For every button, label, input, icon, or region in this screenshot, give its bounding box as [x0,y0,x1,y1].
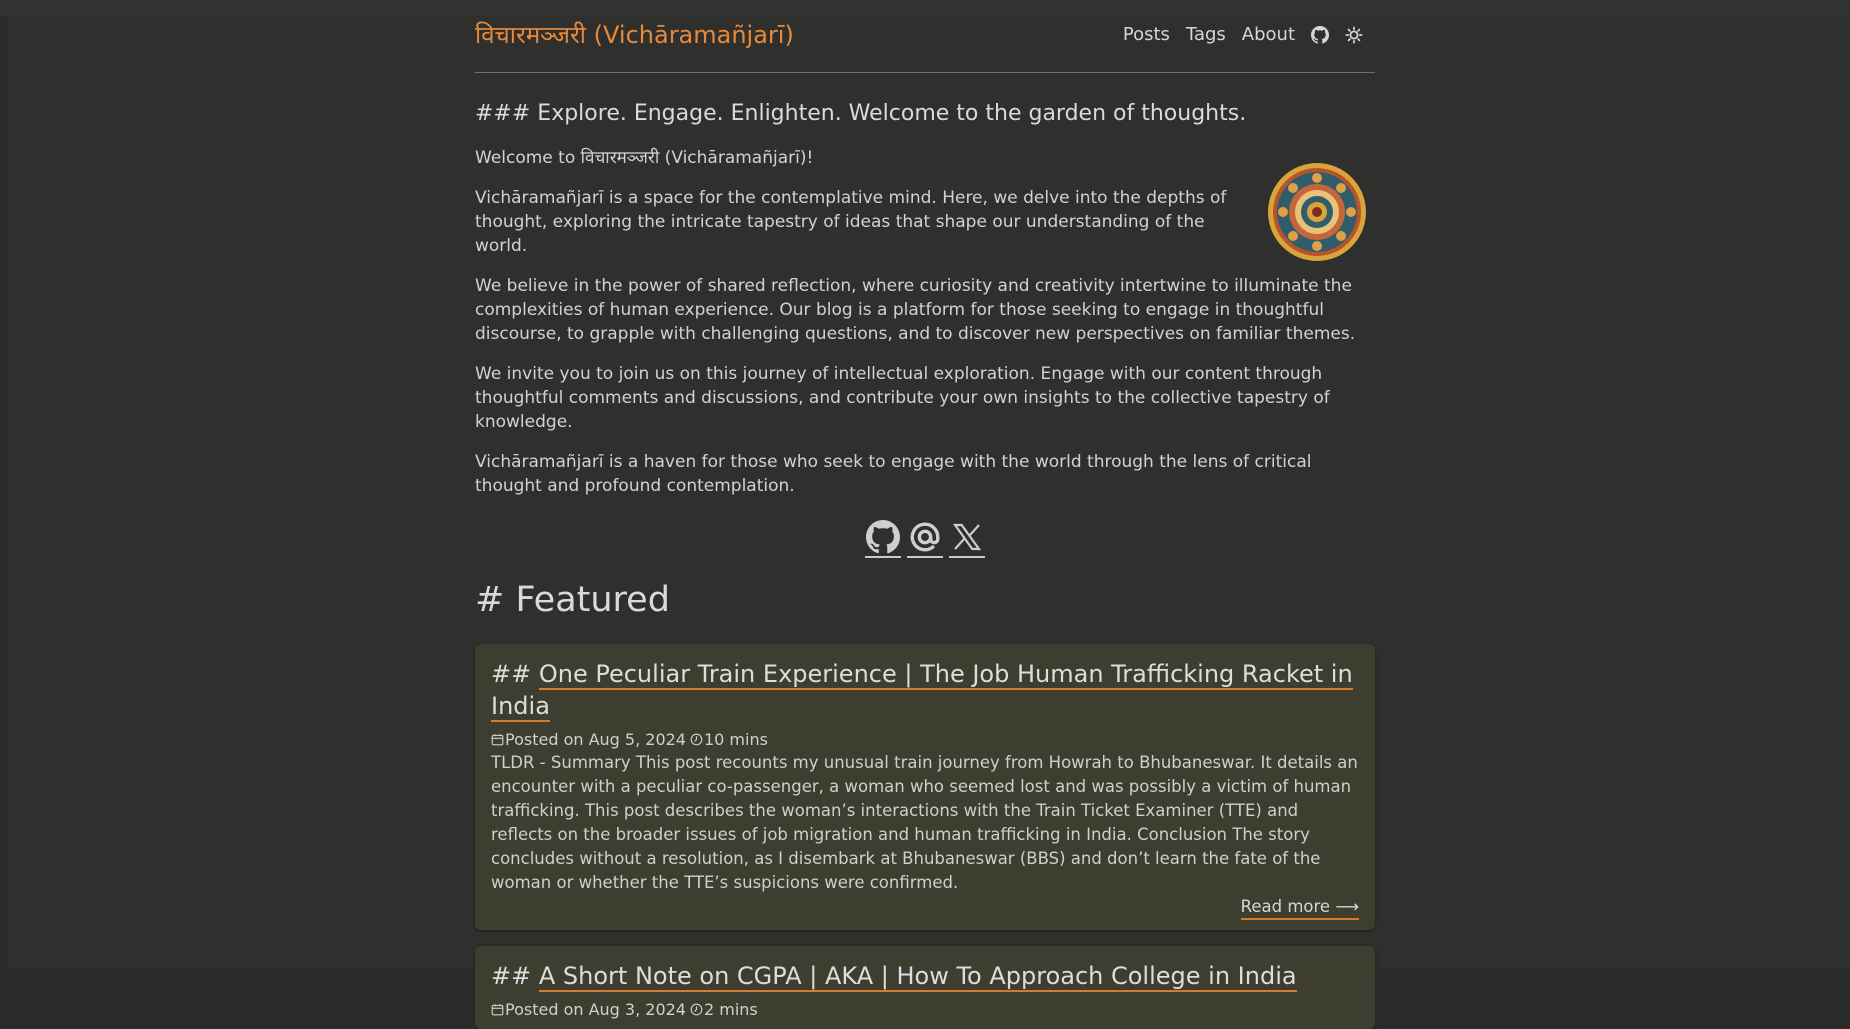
browser-top-strip [0,0,1850,16]
intro-paragraph: Vichāramañjarī is a space for the contem… [475,188,1227,256]
post-card: ## One Peculiar Train Experience | The J… [475,644,1375,930]
post-title-prefix: ## [491,660,539,688]
hero-tagline: ### Explore. Engage. Enlighten. Welcome … [475,101,1247,126]
social-github-link[interactable] [865,518,901,558]
mail-at-icon [910,522,940,552]
intro-paragraph: Welcome to विचारमञ्जरी (Vichāramañjarī)! [475,148,814,168]
social-x-link[interactable] [949,518,985,558]
post-date: Posted on Aug 5, 2024 [505,730,686,749]
nav-tags[interactable]: Tags [1186,24,1226,45]
mandala-logo-icon [1268,163,1366,261]
nav-about[interactable]: About [1242,24,1295,45]
main-nav: Posts Tags About [1123,24,1363,45]
read-more-row: Read more ⟶ [491,897,1359,920]
post-meta: Posted on Aug 5, 2024 10 mins [491,730,1359,749]
post-title-prefix: ## [491,962,539,990]
post-title-link[interactable]: A Short Note on CGPA | AKA | How To Appr… [538,962,1297,992]
read-more-link[interactable]: Read more ⟶ [1240,897,1359,920]
intro-paragraph: We believe in the power of shared reflec… [475,276,1356,344]
github-icon [866,520,900,554]
calendar-icon [491,1004,504,1016]
calendar-icon [491,734,504,746]
post-read-time: 10 mins [703,730,768,749]
page-container: विचारमञ्जरी (Vichāramañjarī) Posts Tags … [475,16,1375,1029]
intro-paragraph: We invite you to join us on this journey… [475,364,1330,432]
post-meta: Posted on Aug 3, 2024 2 mins [491,1000,1359,1019]
post-read-time: 2 mins [703,1000,758,1019]
theme-toggle-icon[interactable] [1345,25,1363,44]
post-date: Posted on Aug 3, 2024 [505,1000,686,1019]
clock-icon [690,1003,703,1016]
post-summary: TLDR - Summary This post recounts my unu… [491,753,1358,892]
site-header: विचारमञ्जरी (Vichāramañjarī) Posts Tags … [475,16,1375,73]
featured-heading: # Featured [475,580,670,620]
x-icon [952,523,982,551]
intro-paragraph: Vichāramañjarī is a haven for those who … [475,452,1312,496]
intro-section: Welcome to विचारमञ्जरी (Vichāramañjarī)!… [475,146,1375,498]
clock-icon [690,733,703,746]
social-links [475,518,1375,558]
social-email-link[interactable] [907,518,943,558]
post-card: ## A Short Note on CGPA | AKA | How To A… [475,946,1375,1029]
post-title: ## A Short Note on CGPA | AKA | How To A… [491,960,1359,992]
post-title: ## One Peculiar Train Experience | The J… [491,658,1359,722]
post-title-link[interactable]: One Peculiar Train Experience | The Job … [491,660,1353,722]
github-icon[interactable] [1311,25,1329,44]
site-title[interactable]: विचारमञ्जरी (Vichāramañjarī) [475,18,794,51]
nav-posts[interactable]: Posts [1123,24,1170,45]
